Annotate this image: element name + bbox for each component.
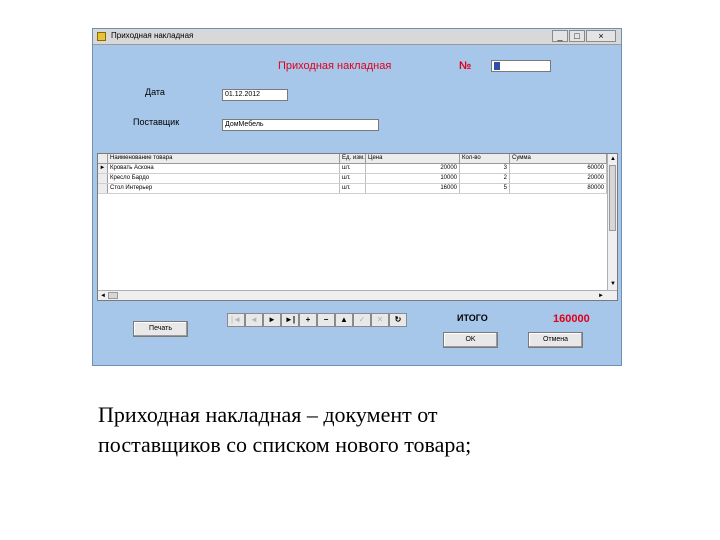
- horizontal-scroll-thumb[interactable]: [108, 292, 118, 299]
- supplier-label: Поставщик: [133, 117, 180, 127]
- caption-line-1: Приходная накладная – документ от: [98, 402, 438, 427]
- cell-sum[interactable]: 80000: [510, 184, 607, 193]
- cell-sum[interactable]: 60000: [510, 164, 607, 173]
- scroll-down-icon[interactable]: ▼: [610, 280, 616, 288]
- cell-price[interactable]: 10000: [366, 174, 460, 183]
- last-record-button[interactable]: ►|: [281, 313, 299, 327]
- insert-record-button[interactable]: +: [299, 313, 317, 327]
- delete-record-button[interactable]: −: [317, 313, 335, 327]
- cell-qty[interactable]: 2: [460, 174, 510, 183]
- edit-icon: ▲: [340, 315, 348, 324]
- cell-name[interactable]: Кровать Аскона: [108, 164, 340, 173]
- vertical-scroll-thumb[interactable]: [609, 165, 616, 231]
- first-icon: |◄: [231, 315, 241, 324]
- grid-header: Наименование товара Ед. изм. Цена Кол-во…: [98, 154, 607, 164]
- last-icon: ►|: [284, 315, 296, 324]
- column-header-qty[interactable]: Кол-во: [460, 154, 510, 163]
- scroll-left-icon[interactable]: ◄: [100, 292, 106, 300]
- next-record-button[interactable]: ►: [263, 313, 281, 327]
- refresh-button[interactable]: ↻: [389, 313, 407, 327]
- supplier-field[interactable]: ДомМебель: [222, 119, 379, 131]
- table-row[interactable]: ► Кровать Аскона шт. 20000 3 60000: [98, 164, 607, 174]
- prior-record-button[interactable]: ◄: [245, 313, 263, 327]
- number-field[interactable]: [491, 60, 551, 72]
- row-indicator: [98, 184, 108, 193]
- text-cursor: [494, 62, 500, 70]
- refresh-icon: ↻: [394, 315, 402, 324]
- cell-sum[interactable]: 20000: [510, 174, 607, 183]
- cancel-edit-button[interactable]: ✕: [371, 313, 389, 327]
- cell-name[interactable]: Стол Интерьер: [108, 184, 340, 193]
- vertical-scrollbar[interactable]: ▲ ▼: [607, 154, 617, 290]
- prior-icon: ◄: [250, 315, 258, 324]
- total-value: 160000: [553, 313, 590, 325]
- date-label: Дата: [145, 87, 165, 97]
- cell-unit[interactable]: шт.: [340, 184, 366, 193]
- caption-line-2: поставщиков со списком нового товара;: [98, 432, 472, 457]
- cell-qty[interactable]: 3: [460, 164, 510, 173]
- date-field[interactable]: 01.12.2012: [222, 89, 288, 101]
- cell-price[interactable]: 20000: [366, 164, 460, 173]
- cancel-button[interactable]: Отмена: [528, 332, 583, 348]
- cell-name[interactable]: Кресло Бардо: [108, 174, 340, 183]
- close-button[interactable]: ×: [586, 30, 616, 42]
- column-header-price[interactable]: Цена: [366, 154, 460, 163]
- column-header-unit[interactable]: Ед. изм.: [340, 154, 366, 163]
- minimize-button[interactable]: _: [552, 30, 568, 42]
- number-label: №: [459, 60, 472, 72]
- current-row-indicator: ►: [98, 164, 108, 173]
- app-icon: [97, 32, 106, 41]
- first-record-button[interactable]: |◄: [227, 313, 245, 327]
- post-record-button[interactable]: ✓: [353, 313, 371, 327]
- invoice-window: Приходная накладная _ □ × Приходная накл…: [92, 28, 622, 366]
- post-icon: ✓: [358, 315, 366, 324]
- insert-icon: +: [305, 315, 311, 324]
- cell-price[interactable]: 16000: [366, 184, 460, 193]
- window-title: Приходная накладная: [111, 31, 194, 40]
- form-heading: Приходная накладная: [278, 60, 392, 72]
- slide-caption: Приходная накладная – документ от постав…: [98, 400, 658, 460]
- cell-unit[interactable]: шт.: [340, 174, 366, 183]
- column-header-name[interactable]: Наименование товара: [108, 154, 340, 163]
- next-icon: ►: [268, 315, 276, 324]
- print-button[interactable]: Печать: [133, 321, 188, 337]
- items-grid[interactable]: Наименование товара Ед. изм. Цена Кол-во…: [97, 153, 618, 301]
- title-bar[interactable]: Приходная накладная _ □ ×: [93, 29, 621, 45]
- scroll-right-icon[interactable]: ►: [598, 292, 604, 300]
- cell-unit[interactable]: шт.: [340, 164, 366, 173]
- delete-icon: −: [323, 315, 329, 324]
- ok-button[interactable]: OK: [443, 332, 498, 348]
- horizontal-scrollbar[interactable]: ◄ ►: [98, 290, 617, 300]
- cell-qty[interactable]: 5: [460, 184, 510, 193]
- table-row[interactable]: Стол Интерьер шт. 16000 5 80000: [98, 184, 607, 194]
- edit-record-button[interactable]: ▲: [335, 313, 353, 327]
- column-header-sum[interactable]: Сумма: [510, 154, 607, 163]
- table-row[interactable]: Кресло Бардо шт. 10000 2 20000: [98, 174, 607, 184]
- row-indicator: [98, 174, 108, 183]
- scroll-up-icon[interactable]: ▲: [610, 155, 616, 163]
- total-label: ИТОГО: [457, 313, 488, 323]
- maximize-button[interactable]: □: [569, 30, 585, 42]
- header-indicator: [98, 154, 108, 163]
- cancel-icon: ✕: [376, 315, 384, 324]
